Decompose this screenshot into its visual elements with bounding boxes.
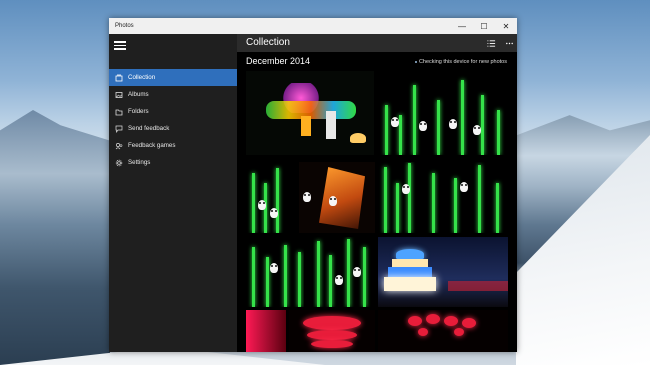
sidebar: Collection Albums Folders Send feedback <box>109 34 237 352</box>
collection-icon <box>115 74 123 82</box>
main-header: Collection <box>237 34 517 52</box>
photo-thumbnail[interactable] <box>299 162 375 233</box>
games-icon <box>115 142 123 150</box>
sidebar-item-label: Feedback games <box>128 142 176 149</box>
photo-thumbnail[interactable] <box>289 310 375 352</box>
sidebar-item-label: Settings <box>128 159 151 166</box>
photo-thumbnail[interactable] <box>246 310 286 352</box>
hamburger-menu-icon[interactable] <box>114 39 126 51</box>
gear-icon <box>115 159 123 167</box>
more-icon[interactable] <box>503 37 515 49</box>
date-group-heading: December 2014 <box>246 56 311 66</box>
window-title: Photos <box>115 23 134 29</box>
sidebar-item-folders[interactable]: Folders <box>109 103 237 120</box>
status-text: Checking this device for new photos <box>414 59 507 65</box>
sidebar-item-settings[interactable]: Settings <box>109 154 237 171</box>
photo-thumbnail[interactable] <box>377 71 508 155</box>
maximize-button[interactable]: ☐ <box>473 18 495 34</box>
feedback-icon <box>115 125 123 133</box>
sidebar-nav: Collection Albums Folders Send feedback <box>109 69 237 171</box>
sidebar-item-label: Folders <box>128 108 149 115</box>
sidebar-item-feedback-games[interactable]: Feedback games <box>109 137 237 154</box>
select-icon[interactable] <box>485 37 497 49</box>
title-bar[interactable]: Photos — ☐ ✕ <box>109 18 517 34</box>
minimize-button[interactable]: — <box>451 18 473 34</box>
sidebar-item-label: Send feedback <box>128 125 170 132</box>
sidebar-item-label: Albums <box>128 91 149 98</box>
photo-thumbnail[interactable] <box>378 310 508 352</box>
mountain-left <box>0 110 110 365</box>
sidebar-item-collection[interactable]: Collection <box>109 69 237 86</box>
photo-thumbnail[interactable] <box>378 237 508 307</box>
main-content: Collection December 2014 Checking this d… <box>237 34 517 352</box>
photos-window: Photos — ☐ ✕ Collection Albums Folders S… <box>109 18 517 352</box>
sidebar-item-label: Collection <box>128 74 156 81</box>
sidebar-item-send-feedback[interactable]: Send feedback <box>109 120 237 137</box>
albums-icon <box>115 91 123 99</box>
photo-thumbnail[interactable] <box>378 162 508 233</box>
photo-thumbnail[interactable] <box>246 237 304 307</box>
close-button[interactable]: ✕ <box>495 18 517 34</box>
folder-icon <box>115 108 123 116</box>
photo-thumbnail[interactable] <box>246 71 374 155</box>
sidebar-item-albums[interactable]: Albums <box>109 86 237 103</box>
page-title: Collection <box>246 37 290 48</box>
photo-thumbnail[interactable] <box>246 162 286 233</box>
photo-thumbnail[interactable] <box>313 237 374 307</box>
